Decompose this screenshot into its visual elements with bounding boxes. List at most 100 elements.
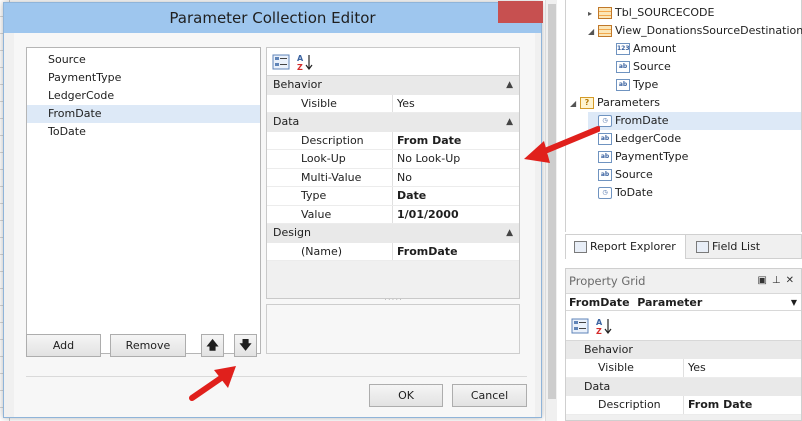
property-value[interactable]: Date [393, 187, 519, 205]
collapse-chevron-icon[interactable]: ▲ [506, 224, 513, 242]
chevron-down-icon: ▼ [790, 298, 797, 307]
property-row[interactable]: Look-Up SettingsNo Look-Up [267, 150, 519, 183]
field-list-icon [696, 241, 709, 253]
property-row[interactable]: Value 1/01/2000 [267, 205, 519, 224]
text-field-icon: ab [616, 79, 630, 91]
restore-icon[interactable]: ▣ [757, 275, 771, 286]
collapse-chevron-icon[interactable]: ▲ [506, 113, 513, 131]
property-category[interactable]: Behavior ▲ [267, 76, 519, 95]
categorized-icon[interactable] [272, 53, 290, 71]
tree-item[interactable]: ab LedgerCode [588, 130, 801, 148]
property-row[interactable]: Description From Date [566, 396, 801, 415]
tree-item[interactable]: 123 Amount [606, 40, 801, 58]
tree-item[interactable]: ab Type [606, 76, 801, 94]
property-value[interactable]: No [393, 169, 519, 187]
tree-item[interactable]: ◷ ToDate [588, 184, 801, 202]
pin-icon[interactable]: ⊥ [772, 275, 786, 286]
property-grid-splitter[interactable]: · · · · · [266, 298, 520, 304]
tree-item-label: Type [633, 78, 659, 91]
tab-field-list[interactable]: Field List [688, 235, 798, 259]
property-value[interactable]: Yes [684, 359, 706, 377]
remove-button[interactable]: Remove [110, 334, 186, 357]
property-value[interactable]: From Date [393, 132, 519, 150]
property-row[interactable]: Visible Yes [566, 359, 801, 378]
categorized-icon[interactable] [571, 317, 589, 335]
property-name: (Name) [267, 242, 393, 260]
tree-item-label: FromDate [615, 114, 669, 127]
property-value[interactable]: 1/01/2000 [393, 206, 519, 224]
ok-button[interactable]: OK [369, 384, 443, 407]
move-up-button[interactable]: 🡅 [201, 334, 224, 357]
text-field-icon: ab [598, 133, 612, 145]
report-explorer-icon [574, 241, 587, 253]
tab-label: Report Explorer [590, 240, 676, 253]
parameter-list-item[interactable]: LedgerCode [27, 87, 260, 105]
tab-report-explorer[interactable]: Report Explorer [566, 235, 686, 259]
number-field-icon: 123 [616, 43, 630, 55]
property-value[interactable]: No Look-Up [393, 150, 519, 168]
vertical-scrollbar[interactable] [545, 0, 557, 421]
property-value[interactable]: FromDate [393, 243, 519, 261]
property-row[interactable]: Type Date [267, 187, 519, 206]
property-category[interactable]: Design ▲ [267, 224, 519, 243]
parameter-list-item[interactable]: Source [27, 51, 260, 69]
parameter-list-item[interactable]: ToDate [27, 123, 260, 141]
arrow-down-icon: 🡇 [239, 338, 252, 352]
property-value[interactable]: Yes [393, 95, 519, 113]
tree-item[interactable]: ◢? Parameters [570, 94, 801, 112]
tree-item-label: Source [615, 168, 653, 181]
annotation-arrow-bottom [189, 366, 236, 401]
expand-toggle-icon[interactable]: ◢ [570, 95, 580, 113]
date-param-icon: ◷ [598, 115, 612, 127]
tree-item-label: Tbl_SOURCECODE [615, 6, 715, 19]
sort-alphabetical-icon[interactable]: A Z [296, 53, 314, 71]
field-list-tree: ▸ Tbl_SOURCECODE ◢ View_DonationsSourceDest… [565, 0, 802, 232]
tree-item-label: ToDate [615, 186, 653, 199]
property-grid-panel: Property Grid ▣⊥✕ FromDate Parameter ▼ A… [565, 268, 802, 421]
property-name: Look-Up Settings [267, 150, 393, 183]
dialog-close-button[interactable] [498, 1, 543, 23]
property-grid-body: Behavior ▲ Visible Yes Data ▲ Description From … [267, 76, 519, 298]
close-icon[interactable]: ✕ [786, 275, 799, 286]
property-category[interactable]: Data ▲ [267, 113, 519, 132]
tab-label: Field List [712, 240, 761, 253]
expand-toggle-icon[interactable]: ◢ [588, 23, 598, 41]
parameter-list: Source PaymentType LedgerCode FromDate ToDat… [26, 47, 261, 354]
text-field-icon: ab [598, 169, 612, 181]
parameter-list-item[interactable]: PaymentType [27, 69, 260, 87]
svg-text:Z: Z [297, 63, 303, 71]
tree-item-label: LedgerCode [615, 132, 682, 145]
svg-text:Z: Z [596, 327, 602, 335]
tree-item[interactable]: ab Source [606, 58, 801, 76]
property-row[interactable]: (Name) FromDate [267, 242, 519, 261]
property-name: Value [267, 205, 393, 223]
property-value[interactable]: From Date [684, 396, 752, 414]
collapse-chevron-icon[interactable]: ▲ [506, 76, 513, 94]
tree-item-label: Amount [633, 42, 677, 55]
tree-item[interactable]: ◷ FromDate [588, 112, 801, 130]
object-selector[interactable]: FromDate Parameter ▼ [566, 293, 801, 311]
tree-item[interactable]: ◢ View_DonationsSourceDestination [588, 22, 802, 41]
parameters-icon: ? [580, 97, 594, 109]
panel-toolbar: A Z [566, 311, 801, 341]
tree-item[interactable]: ab PaymentType [588, 148, 801, 166]
sort-alphabetical-icon[interactable]: A Z [595, 317, 613, 335]
svg-text:A: A [297, 54, 304, 63]
property-row[interactable]: Description From Date [267, 131, 519, 150]
add-button[interactable]: Add [26, 334, 101, 357]
property-row[interactable]: Visible Yes [267, 94, 519, 113]
category-label: Behavior [273, 78, 322, 91]
property-category[interactable]: Behavior [566, 341, 801, 359]
tree-item[interactable]: ▸ Tbl_SOURCECODE [588, 4, 801, 22]
property-category[interactable]: Data [566, 378, 801, 396]
scrollbar-thumb[interactable] [548, 4, 556, 399]
move-down-button[interactable]: 🡇 [234, 334, 257, 357]
property-description-panel [266, 304, 520, 354]
parameter-collection-editor-dialog: Parameter Collection Editor Source Paymen… [3, 1, 543, 418]
expand-toggle-icon[interactable]: ▸ [588, 5, 598, 23]
parameter-list-item[interactable]: FromDate [27, 105, 260, 123]
cancel-button[interactable]: Cancel [452, 384, 527, 407]
annotation-arrow-right [524, 126, 600, 163]
property-row[interactable]: Multi-Value No [267, 168, 519, 187]
tree-item[interactable]: ab Source [588, 166, 801, 184]
